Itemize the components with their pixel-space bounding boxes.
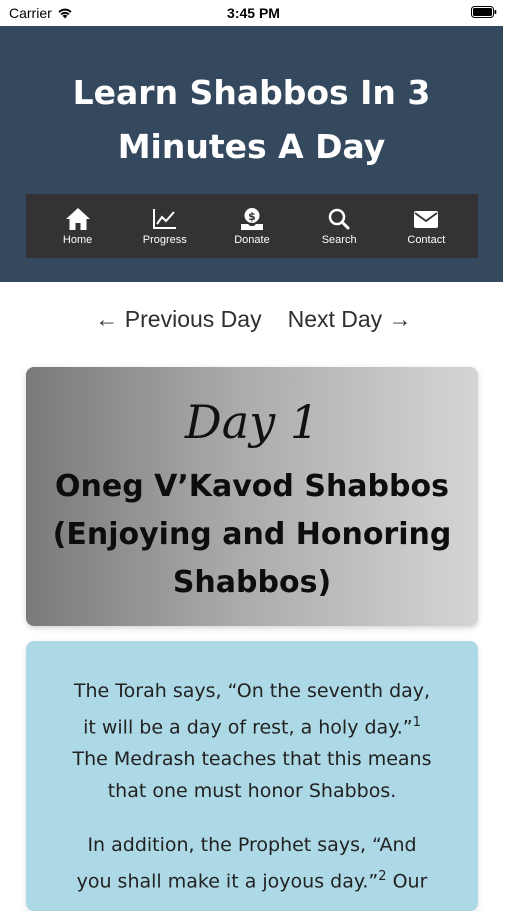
next-day-link[interactable]: Next Day → xyxy=(288,306,412,333)
footnote-ref-1[interactable]: 1 xyxy=(413,715,421,730)
nav-donate[interactable]: $ Donate xyxy=(214,198,290,254)
nav-search[interactable]: Search xyxy=(301,198,377,254)
day-heading-line3: Shabbos) xyxy=(172,565,332,600)
lesson-text-line: The Torah says, “On the seventh day, xyxy=(73,680,431,702)
status-time: 3:45 PM xyxy=(227,5,280,21)
previous-day-link[interactable]: ← Previous Day xyxy=(95,306,261,333)
nav-progress[interactable]: Progress xyxy=(127,198,203,254)
search-icon xyxy=(325,206,353,232)
footnote-ref-2[interactable]: 2 xyxy=(378,869,386,884)
site-title: Learn Shabbos In 3 Minutes A Day xyxy=(0,66,503,174)
battery-icon xyxy=(471,6,497,18)
nav-home-label: Home xyxy=(62,234,93,246)
donate-hand-icon: $ xyxy=(238,206,266,232)
lesson-text-line: you shall make it a joyous day.”2 Our xyxy=(76,869,428,893)
site-title-line1: Learn Shabbos In 3 xyxy=(72,73,431,112)
nav-progress-label: Progress xyxy=(142,234,187,246)
svg-text:$: $ xyxy=(248,210,256,223)
lesson-text-line: that one must honor Shabbos. xyxy=(107,780,397,803)
day-navigation: ← Previous Day Next Day → xyxy=(0,306,507,333)
chart-line-icon xyxy=(151,206,179,232)
day-heading-line1: Oneg V’Kavod Shabbos xyxy=(55,469,449,504)
status-bar: Carrier 3:45 PM xyxy=(0,0,507,26)
nav-contact-label: Contact xyxy=(407,234,446,246)
site-header: Learn Shabbos In 3 Minutes A Day Home Pr… xyxy=(0,26,503,282)
nav-contact[interactable]: Contact xyxy=(388,198,464,254)
nav-home[interactable]: Home xyxy=(40,198,116,254)
lesson-text-line: it will be a day of rest, a holy day.”1 xyxy=(83,715,421,739)
lesson-paragraph-1: The Torah says, “On the seventh day, it … xyxy=(26,675,478,807)
day-heading-line2: (Enjoying and Honoring xyxy=(52,517,452,552)
nav-search-label: Search xyxy=(321,234,357,246)
day-heading: Oneg V’Kavod Shabbos (Enjoying and Honor… xyxy=(40,463,464,607)
main-nav: Home Progress $ Donate Search Contact xyxy=(26,194,478,258)
home-icon xyxy=(64,206,92,232)
nav-donate-label: Donate xyxy=(234,234,270,246)
site-title-line2: Minutes A Day xyxy=(117,127,386,166)
lesson-content-card: The Torah says, “On the seventh day, it … xyxy=(26,641,478,911)
lesson-paragraph-2: In addition, the Prophet says, “And you … xyxy=(26,829,478,897)
day-title-card: Day 1 Oneg V’Kavod Shabbos (Enjoying and… xyxy=(26,367,478,626)
lesson-text-line: The Medrash teaches that this means xyxy=(72,748,432,771)
day-label: Day 1 xyxy=(184,395,320,449)
lesson-text-line: In addition, the Prophet says, “And xyxy=(87,834,417,856)
envelope-icon xyxy=(412,206,440,232)
